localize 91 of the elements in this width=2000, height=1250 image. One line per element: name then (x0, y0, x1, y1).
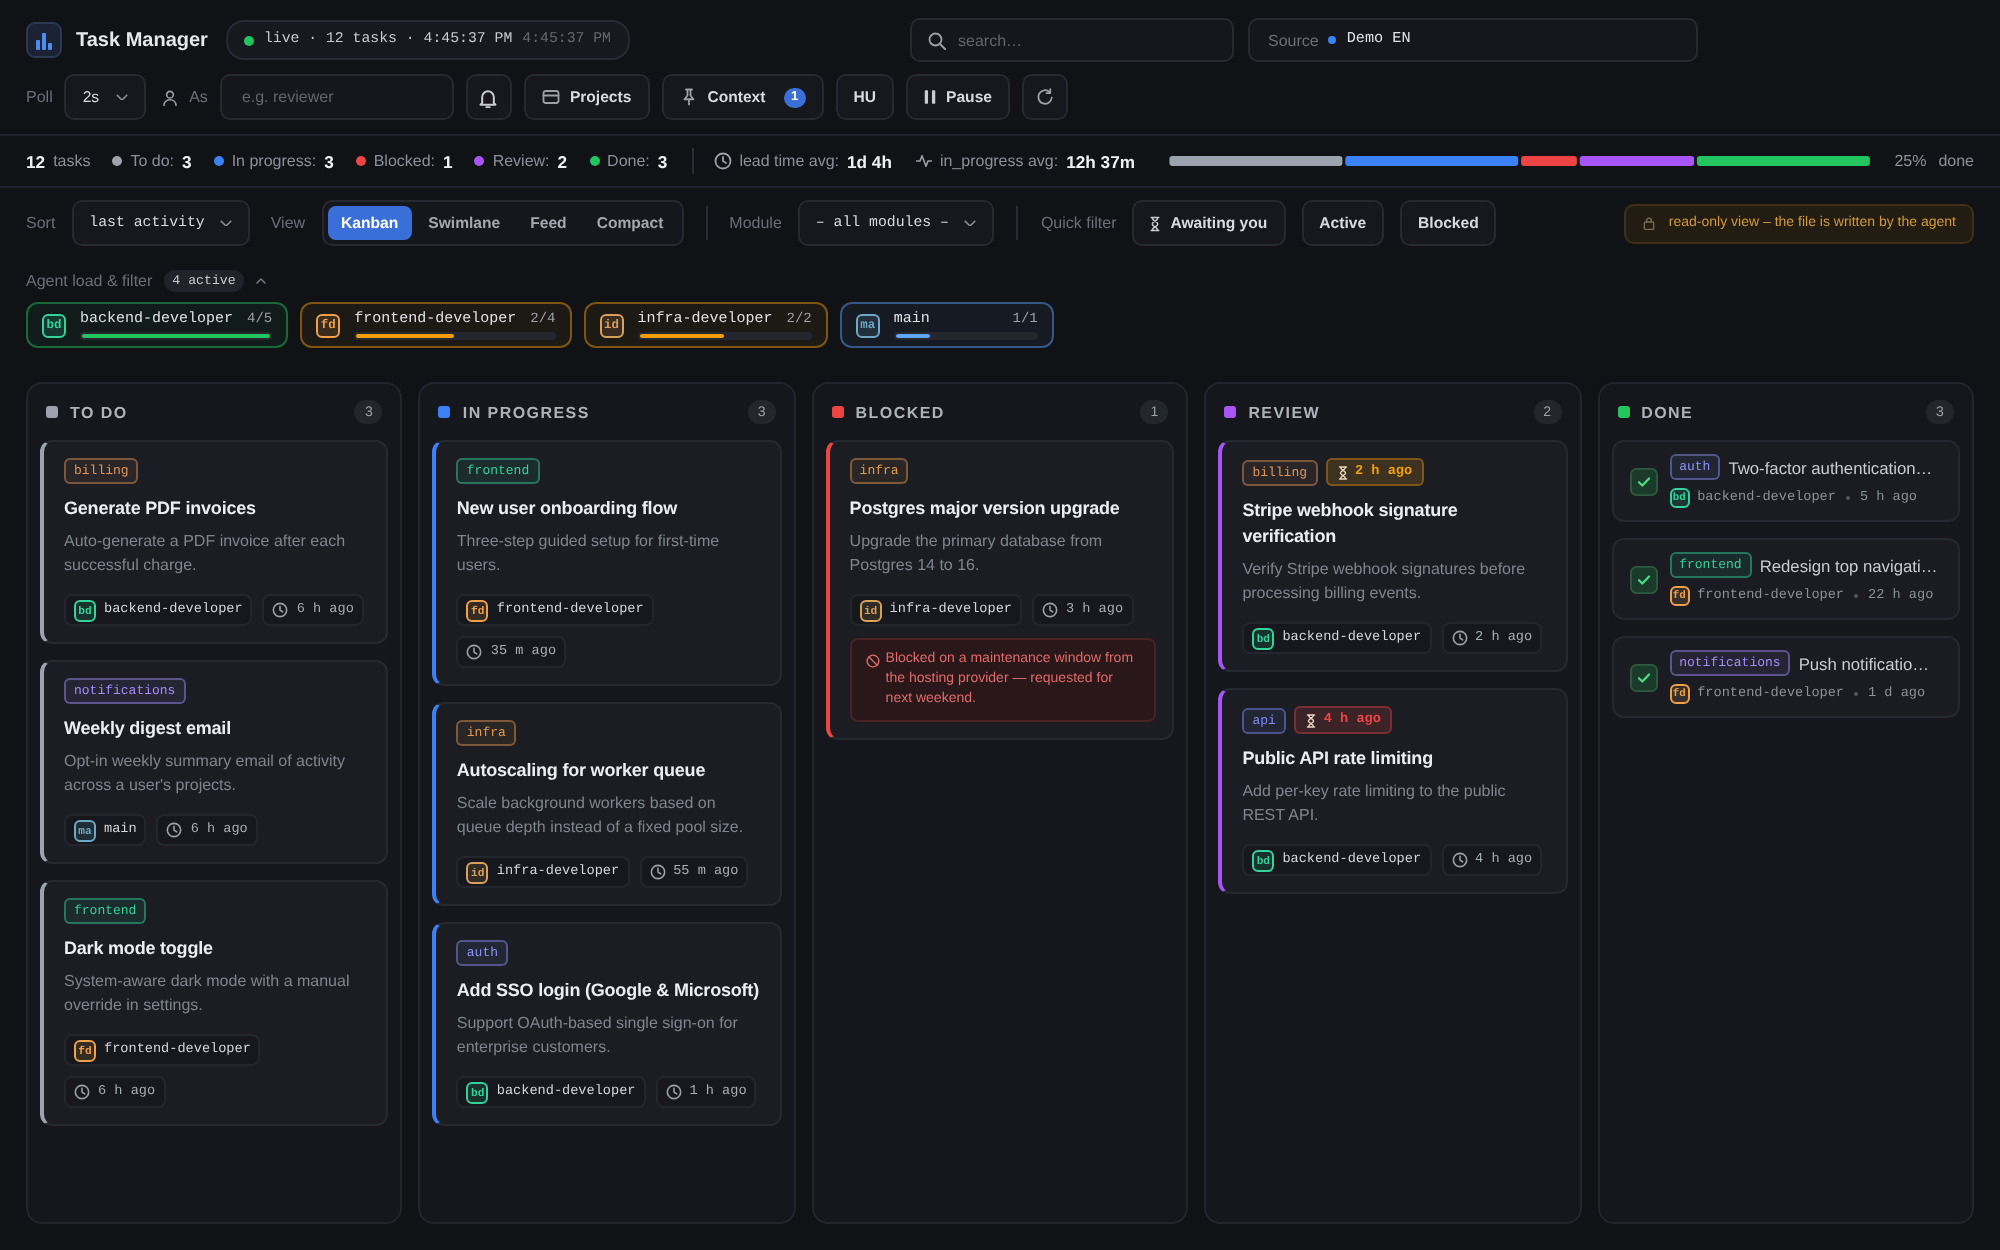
status-count-value: 3 (657, 151, 668, 171)
card-title: Redesign top navigati… (1759, 555, 1938, 575)
task-count-label: tasks (53, 152, 91, 170)
search-icon (928, 31, 946, 49)
task-card[interactable] (825, 440, 1175, 740)
status-count-label: To do: (130, 152, 175, 170)
clock-icon (649, 864, 666, 880)
view-label: View (270, 214, 306, 232)
reviewer-field[interactable]: e.g. reviewer (219, 74, 454, 120)
hourglass-icon (1150, 215, 1161, 231)
bar-chart-logo-icon (26, 22, 62, 58)
lead-time-label: lead time avg: (739, 152, 839, 170)
status-count-value: 3 (182, 151, 192, 171)
source-label: Source (1268, 31, 1319, 49)
status-count-label: In progress: (231, 152, 317, 170)
card-title: Generate PDF invoices (64, 496, 258, 522)
card-title: Stripe webhook signature verification (1242, 498, 1460, 550)
status-count-value: 1 (443, 151, 453, 171)
hourglass-icon (1337, 465, 1347, 479)
card-description: Opt-in weekly summary email of activity across a user's projects. (64, 750, 347, 798)
card-description: Verify Stripe webhook signatures before processing billing events. (1242, 558, 1528, 606)
clock-icon (74, 1084, 90, 1100)
agent-filter-label: Agent load & filter (26, 271, 153, 289)
column-title: BLOCKED (855, 403, 945, 421)
ban-icon (865, 653, 880, 667)
app-title: Task Manager (76, 29, 208, 51)
column-title: REVIEW (1248, 403, 1321, 421)
percent-done-label: done (1938, 152, 1974, 170)
column-title: DONE (1641, 403, 1694, 421)
card-title: Add SSO login (Google & Microsoft) (456, 978, 761, 1004)
in-progress-time-label: in_progress avg: (939, 152, 1059, 170)
check-icon (1629, 663, 1658, 691)
card-description: Three-step guided setup for first-time users. (456, 530, 722, 578)
status-count-value: 2 (557, 151, 568, 171)
card-title: Public API rate limiting (1242, 746, 1435, 772)
clock-icon (1451, 852, 1468, 868)
hourglass-icon (1305, 713, 1316, 727)
pulse-icon (915, 154, 932, 168)
card-title: Two-factor authentication… (1728, 457, 1933, 477)
status-count-label: Done: (607, 152, 650, 170)
card-title: Weekly digest email (64, 716, 233, 742)
card-title: New user onboarding flow (456, 496, 679, 522)
status-count-label: Review: (492, 152, 550, 170)
caret-icon (115, 93, 128, 101)
card-title: Dark mode toggle (64, 936, 215, 962)
card-title: Postgres major version upgrade (849, 496, 1122, 522)
user-icon (161, 89, 178, 105)
lead-time-value: 1d 4h (847, 151, 892, 171)
bell-icon (478, 87, 499, 107)
clock-icon (166, 822, 183, 838)
quick-filter-label: Quick filter (1040, 214, 1117, 232)
caret-icon (964, 219, 977, 227)
notifications-button[interactable] (465, 74, 512, 120)
card-description: Upgrade the primary database from Postgres 14 to 16. (849, 530, 1105, 578)
column-title: IN PROGRESS (462, 403, 590, 421)
card-description: Scale background workers based on queue depth instead of a fixed pool size. (456, 792, 746, 840)
chevron-up-icon[interactable] (255, 277, 266, 283)
clock-icon (466, 644, 483, 660)
sort-label: Sort (26, 214, 56, 232)
status-count-label: Blocked: (373, 152, 436, 170)
check-icon (1629, 467, 1658, 495)
refresh-icon (1036, 88, 1054, 106)
lock-icon (1642, 216, 1657, 230)
card-title: Autoscaling for worker queue (456, 758, 708, 784)
status-dot-icon (243, 35, 254, 45)
as-label: As (189, 88, 208, 106)
task-count: 12 (26, 151, 46, 171)
card-description: Add per-key rate limiting to the public REST API. (1242, 780, 1508, 828)
card-description: System-aware dark mode with a manual override in settings. (64, 970, 352, 1018)
check-icon (1629, 565, 1658, 593)
refresh-button[interactable] (1022, 74, 1068, 120)
card-description: Support OAuth-based single sign-on for enterprise customers. (456, 1012, 740, 1060)
percent-done-value: 25% (1894, 152, 1927, 170)
clock-icon (665, 1084, 682, 1100)
search-field[interactable]: search… (910, 18, 1234, 62)
clock-icon (1451, 630, 1468, 646)
module-label: Module (729, 214, 782, 232)
card-description: Auto-generate a PDF invoice after each successful charge. (64, 530, 348, 578)
in-progress-time-value: 12h 37m (1066, 151, 1136, 171)
column-title: TO DO (70, 403, 128, 421)
pause-icon (924, 90, 937, 104)
clock-icon (713, 152, 732, 170)
clock-icon (1041, 602, 1058, 618)
poll-label: Poll (26, 88, 53, 106)
pin-icon (679, 88, 698, 106)
caret-icon (220, 219, 233, 227)
status-dot-icon (1328, 36, 1337, 44)
status-count-value: 3 (324, 151, 334, 171)
clock-icon (272, 602, 289, 618)
card-title: Push notificatio… (1798, 653, 1929, 673)
card-icon (541, 88, 560, 106)
